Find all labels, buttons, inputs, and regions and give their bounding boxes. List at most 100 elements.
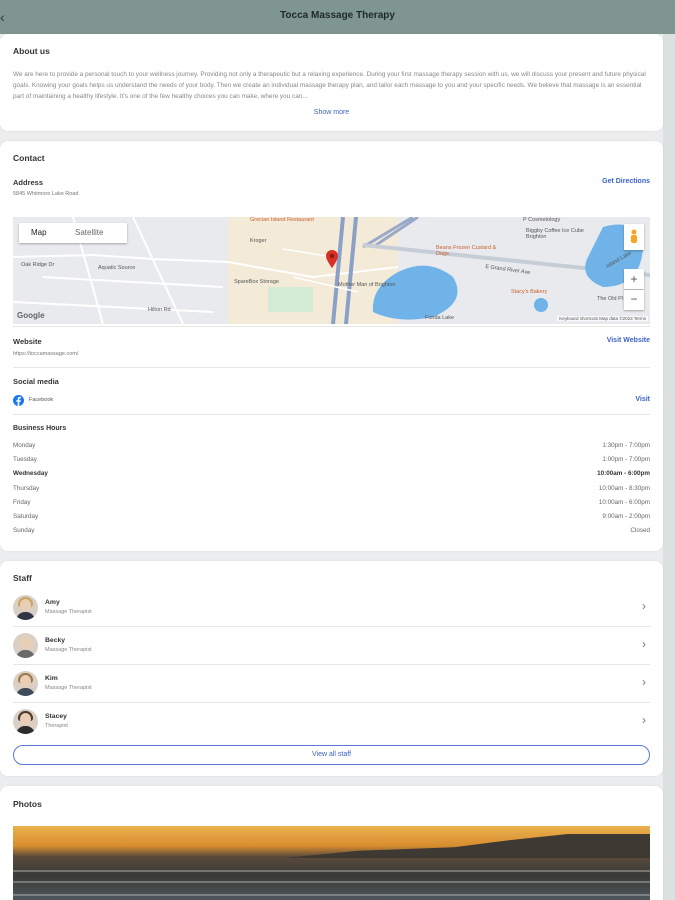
hours-day: Sunday — [13, 527, 35, 535]
zoom-out-button[interactable]: − — [624, 290, 644, 310]
map-label-old-place: The Old Pl — [597, 296, 623, 302]
get-directions-link[interactable]: Get Directions — [602, 178, 650, 185]
hours-day: Friday — [13, 498, 31, 506]
hours-time: 9:00am - 2:00pm — [602, 513, 650, 520]
staff-name: Kim — [45, 675, 58, 682]
facebook-label: Facebook — [29, 397, 54, 403]
divider — [13, 326, 650, 327]
avatar — [13, 671, 38, 696]
hours-row-thursday: Thursday 10:00am - 8:30pm — [13, 485, 650, 497]
chevron-right-icon[interactable]: › — [642, 637, 646, 651]
about-text: We are here to provide a personal touch … — [13, 71, 646, 100]
photos-heading: Photos — [13, 799, 42, 809]
map-label-sparebox: SpareBox Storage — [234, 279, 279, 285]
pegman-icon — [631, 229, 637, 243]
address-text: 5845 Whitmore Lake Road — [13, 191, 79, 197]
divider — [13, 414, 650, 415]
staff-role: Massage Therapist — [45, 647, 92, 653]
hours-row-wednesday: Wednesday 10:00am - 6:00pm — [13, 470, 650, 482]
hours-day: Wednesday — [13, 470, 48, 478]
staff-name: Stacey — [45, 713, 67, 720]
view-all-staff-button[interactable]: View all staff — [13, 745, 650, 765]
avatar-body — [16, 688, 35, 696]
map-label-cosmetology: P Cosmetology — [523, 217, 561, 223]
map-label-aquatic: Aquatic Source — [98, 265, 136, 271]
address-label: Address — [13, 178, 44, 187]
divider — [13, 367, 650, 368]
map-label-stacys: Stacy's Bakery — [511, 289, 548, 295]
map-pond — [534, 298, 548, 312]
zoom-in-button[interactable]: + — [624, 269, 644, 289]
page-title: Tocca Massage Therapy — [280, 10, 395, 21]
staff-row-becky[interactable]: Becky Massage Therapist › — [13, 626, 650, 664]
social-media-label: Social media — [13, 377, 59, 386]
contact-card: Contact Address 5845 Whitmore Lake Road … — [0, 141, 663, 551]
website-url: https://toccamassage.com/ — [13, 351, 79, 357]
photo-wave — [13, 870, 650, 872]
hours-day: Thursday — [13, 484, 40, 492]
avatar-body — [16, 650, 35, 658]
avatar-body — [16, 726, 35, 734]
business-hours-label: Business Hours — [13, 425, 67, 432]
visit-website-link[interactable]: Visit Website — [607, 337, 650, 344]
map-tab-map[interactable]: Map — [31, 228, 47, 237]
map-label-hilton: Hilton Rd — [148, 307, 171, 313]
scroll-track[interactable] — [663, 34, 675, 900]
contact-heading: Contact — [13, 153, 45, 163]
map-pin-icon[interactable] — [326, 250, 338, 268]
hours-time: 10:00am - 6:00pm — [598, 498, 650, 506]
map-attribution[interactable]: Keyboard shortcuts Map data ©2023 Terms — [557, 316, 648, 321]
staff-row-amy[interactable]: Amy Massage Therapist › — [13, 588, 650, 626]
avatar-face — [20, 637, 31, 649]
website-label: Website — [13, 337, 42, 346]
street-view-pegman-icon[interactable] — [624, 224, 644, 250]
avatar-body — [16, 612, 35, 620]
hours-row-saturday: Saturday 9:00am - 2:00pm — [13, 513, 650, 525]
map-label-mother: Mother Man of Brighton — [338, 282, 396, 288]
hours-time: 1:00pm - 7:00pm — [602, 456, 650, 464]
map-type-toggle: Map Satellite — [19, 223, 127, 243]
staff-role: Massage Therapist — [45, 609, 92, 615]
hours-day: Tuesday — [13, 456, 37, 464]
hours-row-sunday: Sunday Closed — [13, 527, 650, 539]
show-more-link[interactable]: Show more — [0, 109, 663, 116]
staff-name: Amy — [45, 599, 60, 606]
avatar — [13, 633, 38, 658]
map-label-biggby: Biggby Coffee Ice Cube Brighton — [526, 228, 584, 240]
staff-row-stacey[interactable]: Stacey Therapist › — [13, 702, 650, 740]
avatar-face — [20, 713, 31, 725]
hours-row-tuesday: Tuesday 1:00pm - 7:00pm — [13, 456, 650, 468]
map-view[interactable]: Grecian Island Restaurant Kroger SpareBo… — [13, 217, 650, 324]
hours-day: Monday — [13, 442, 36, 449]
staff-card: Staff View all staff Amy Massage Therapis… — [0, 561, 663, 776]
avatar-face — [20, 599, 31, 611]
chevron-right-icon[interactable]: › — [642, 675, 646, 689]
hours-time: 10:00am - 6:00pm — [597, 470, 650, 478]
staff-role: Therapist — [45, 723, 68, 729]
hours-day: Saturday — [13, 513, 39, 520]
business-photo[interactable] — [13, 826, 650, 900]
visit-social-link[interactable]: Visit — [635, 396, 650, 403]
chevron-right-icon[interactable]: › — [642, 599, 646, 613]
hours-time: 1:30pm - 7:00pm — [602, 442, 650, 449]
about-card: About us We are here to provide a person… — [0, 34, 663, 131]
avatar — [13, 709, 38, 734]
hours-row-friday: Friday 10:00am - 6:00pm — [13, 499, 650, 511]
map-label-beans: Beans Frozen Custard & Dogs — [436, 245, 497, 257]
photo-wave — [13, 881, 650, 883]
photo-cliff — [283, 834, 650, 858]
avatar — [13, 595, 38, 620]
google-logo: Google — [17, 311, 45, 320]
map-label-oak-ridge: Oak Ridge Dr — [21, 262, 55, 268]
map-park-area — [268, 287, 313, 312]
about-heading: About us — [13, 46, 50, 56]
staff-row-kim[interactable]: Kim Massage Therapist › — [13, 664, 650, 702]
hours-time: 10:00am - 8:30pm — [598, 484, 650, 492]
staff-name: Becky — [45, 637, 66, 644]
map-label-kroger: Kroger — [250, 238, 267, 244]
chevron-right-icon[interactable]: › — [642, 713, 646, 727]
map-tab-satellite[interactable]: Satellite — [75, 228, 103, 237]
staff-heading: Staff — [13, 573, 32, 583]
avatar-face — [20, 675, 31, 687]
staff-role: Massage Therapist — [45, 685, 92, 691]
